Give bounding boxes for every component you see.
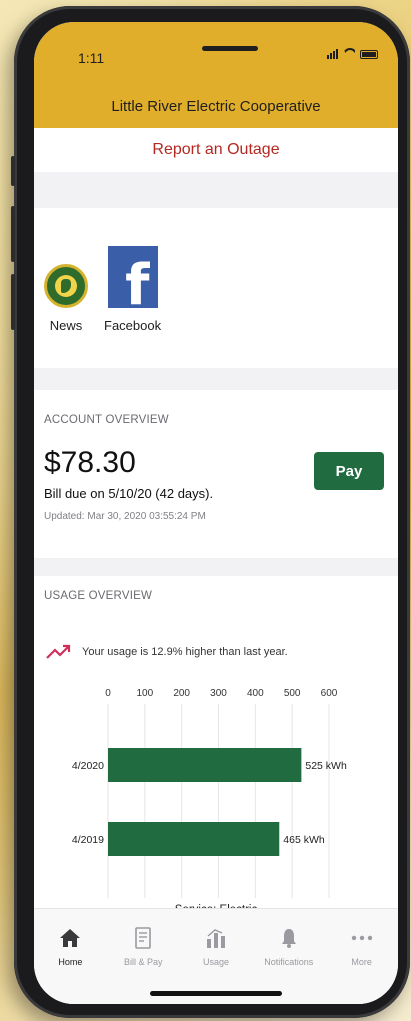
bar	[108, 822, 280, 856]
status-icons	[327, 48, 378, 59]
x-tick-label: 300	[210, 688, 227, 699]
speaker-notch	[202, 46, 258, 51]
tab-usage-label: Usage	[202, 957, 229, 967]
x-tick-label: 0	[105, 688, 111, 699]
usage-trend-note: Your usage is 12.9% higher than last yea…	[34, 614, 398, 660]
x-tick-label: 500	[284, 688, 301, 699]
trend-up-icon	[46, 644, 71, 659]
wifi-icon	[343, 48, 355, 59]
status-time: 1:11	[78, 50, 105, 66]
usage-chart: 0 100 200 300 400 500 600 4/2020 525 kWh 4/2019 46…	[34, 668, 398, 918]
tab-notifications-label: Notifications	[264, 957, 314, 967]
tab-more-label: More	[351, 957, 372, 967]
bar-value-label: 465 kWh	[283, 834, 325, 846]
news-label: News	[49, 318, 83, 333]
bell-icon	[280, 925, 298, 951]
tab-bill-pay-label: Bill & Pay	[123, 957, 163, 967]
volume-up-button	[11, 206, 15, 262]
x-tick-label: 600	[321, 688, 338, 699]
report-outage-link[interactable]: Report an Outage	[34, 128, 398, 172]
x-tick-label: 200	[173, 688, 190, 699]
social-links: News f Facebook	[34, 208, 398, 368]
account-section-title: ACCOUNT OVERVIEW	[44, 414, 169, 426]
battery-icon	[360, 50, 378, 59]
bar	[108, 748, 302, 782]
account-overview: ACCOUNT OVERVIEW $78.30 Pay Bill due on …	[34, 390, 398, 558]
usage-icon	[205, 925, 227, 951]
signal-icon	[327, 49, 338, 59]
app-title: Little River Electric Cooperative	[111, 98, 321, 115]
tab-more[interactable]: More	[325, 925, 398, 1004]
section-divider	[34, 368, 398, 390]
tab-bar: Home Bill & Pay Usage Notifications More	[34, 908, 398, 1004]
app-screen: 1:11 Little River Electric Cooperative R…	[34, 22, 398, 1004]
bar-value-label: 525 kWh	[305, 760, 347, 772]
x-tick-label: 100	[136, 688, 153, 699]
facebook-label: Facebook	[104, 318, 162, 333]
bill-icon	[134, 925, 152, 951]
home-icon	[59, 925, 81, 951]
tab-home-label: Home	[58, 957, 83, 967]
usage-bar-chart: 0 100 200 300 400 500 600 4/2020 525 kWh 4/2019 46…	[72, 688, 347, 898]
category-label: 4/2019	[72, 834, 104, 846]
volume-down-button	[11, 274, 15, 330]
home-indicator	[150, 991, 282, 996]
mute-switch	[11, 156, 15, 186]
phone-frame: 1:11 Little River Electric Cooperative R…	[11, 6, 410, 1018]
more-icon	[351, 925, 373, 951]
news-link[interactable]: News	[44, 236, 88, 368]
facebook-icon: f	[107, 246, 158, 314]
section-divider	[34, 558, 398, 576]
usage-overview: USAGE OVERVIEW Your usage is 12.9% highe…	[34, 576, 398, 916]
x-tick-label: 400	[247, 688, 264, 699]
usage-note-text: Your usage is 12.9% higher than last yea…	[82, 646, 288, 658]
usage-section-title: USAGE OVERVIEW	[44, 590, 153, 602]
section-divider	[34, 172, 398, 208]
coop-logo-icon	[44, 264, 88, 308]
category-label: 4/2020	[72, 760, 104, 772]
tab-home[interactable]: Home	[34, 925, 107, 1004]
facebook-link[interactable]: f Facebook	[104, 236, 161, 368]
app-header: 1:11 Little River Electric Cooperative	[34, 22, 398, 128]
updated-timestamp: Updated: Mar 30, 2020 03:55:24 PM	[44, 511, 206, 522]
pay-button[interactable]: Pay	[314, 452, 384, 490]
